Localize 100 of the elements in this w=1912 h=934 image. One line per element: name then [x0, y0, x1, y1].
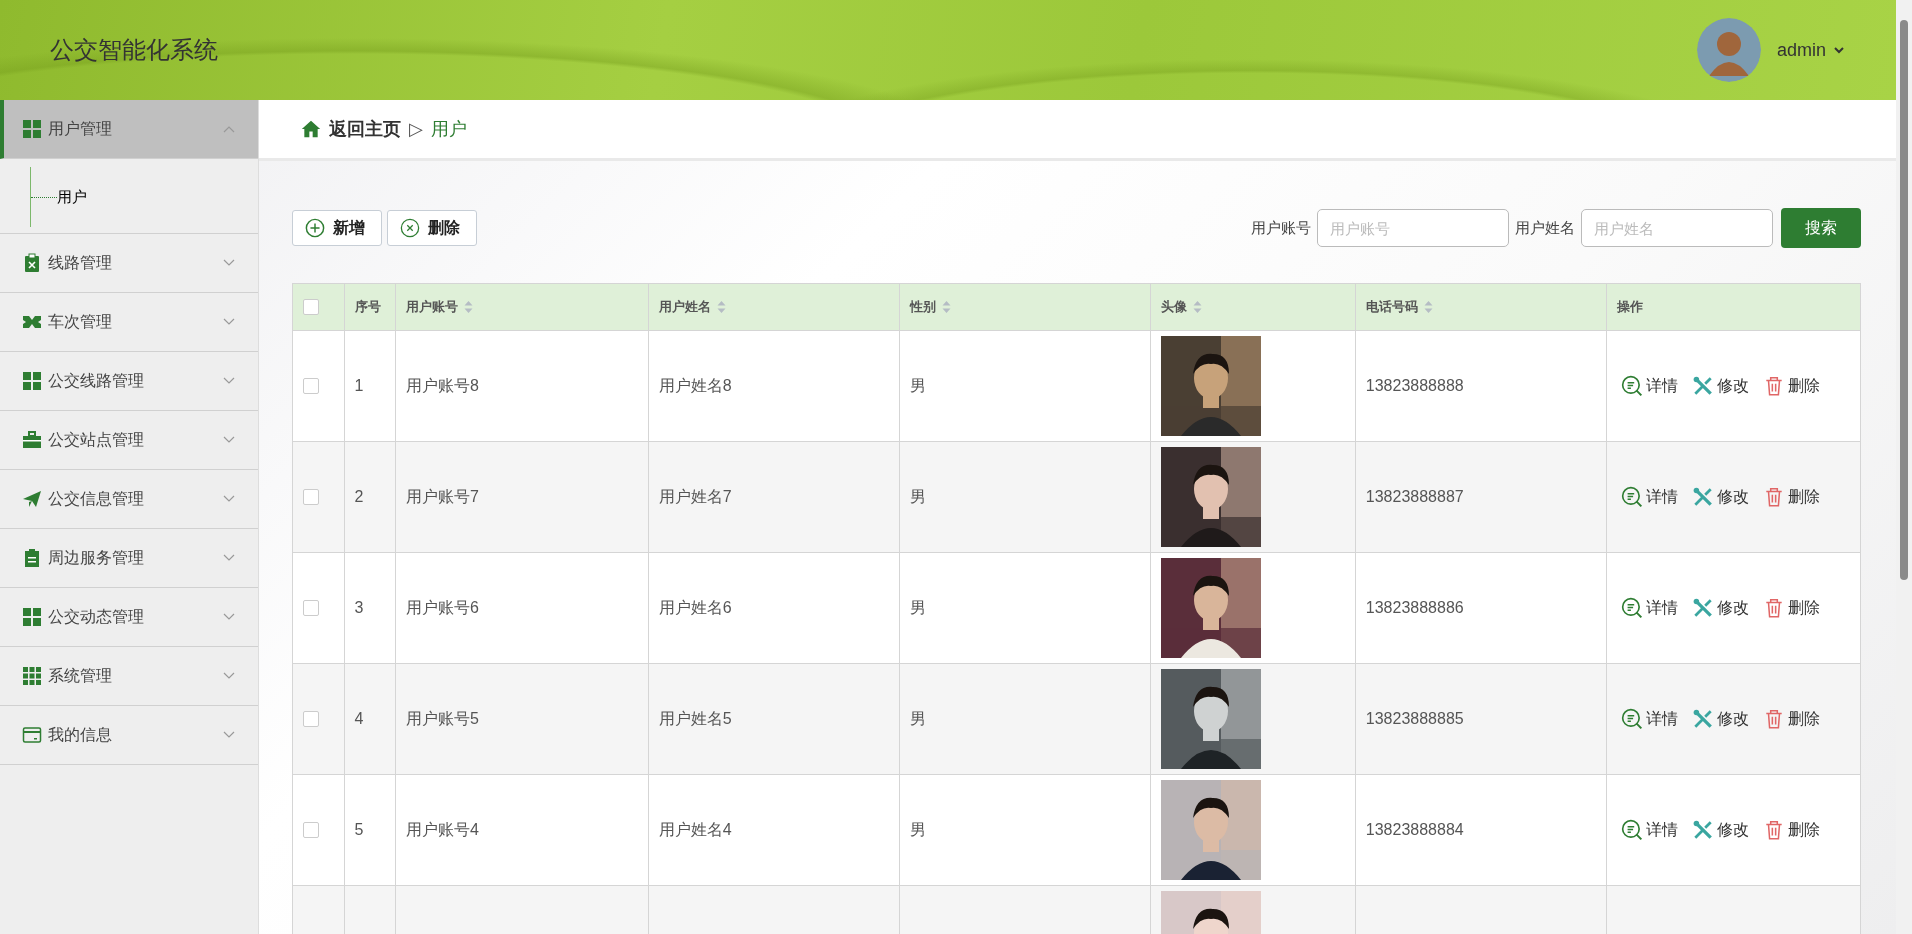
home-link[interactable]: 返回主页 [301, 117, 401, 141]
clipboard-icon [22, 548, 42, 568]
checkbox[interactable] [303, 600, 319, 616]
sort-icon [942, 300, 952, 314]
briefcase-icon [22, 430, 42, 450]
user-menu[interactable]: admin [1776, 39, 1846, 61]
sidebar-item[interactable]: 系统管理 [0, 647, 258, 706]
grid-icon [22, 666, 42, 686]
table-cell: 用户姓名7 [658, 487, 732, 505]
detail-link[interactable]: 详情 [1621, 375, 1679, 397]
sidebar-item[interactable]: 线路管理 [0, 234, 258, 293]
table-cell: 5 [354, 821, 364, 838]
breadcrumb-current: 用户 [430, 118, 467, 141]
delete-button[interactable]: 删除 [387, 210, 477, 246]
table-cell: 男 [910, 487, 927, 505]
app-title: 公交智能化系统 [50, 35, 218, 65]
sort-icon [464, 300, 474, 314]
user-avatar[interactable] [1696, 18, 1761, 82]
checkbox[interactable] [303, 489, 319, 505]
detail-link[interactable]: 详情 [1621, 708, 1679, 730]
delete-link[interactable]: 删除 [1763, 597, 1821, 619]
breadcrumb-separator: ▷ [409, 118, 423, 140]
clipboard-icon [22, 253, 42, 273]
sort-icon [1192, 300, 1202, 314]
table-cell: 1 [354, 377, 364, 394]
table-cell: 13823888884 [1365, 821, 1464, 838]
table-cell: 4 [354, 710, 364, 727]
sidebar-item[interactable]: 公交线路管理 [0, 352, 258, 411]
search-button[interactable]: 搜索 [1781, 208, 1861, 248]
magnifier-icon [1621, 708, 1644, 730]
table-cell: 13823888885 [1365, 710, 1464, 727]
sidebar-item[interactable]: 我的信息 [0, 706, 258, 765]
table-cell: 用户姓名8 [658, 376, 732, 394]
chevron-down-icon [222, 730, 236, 740]
close-circle-icon [400, 218, 420, 238]
edit-link[interactable]: 修改 [1692, 708, 1750, 730]
table-cell: 3 [354, 599, 364, 616]
sidebar-item[interactable]: 周边服务管理 [0, 529, 258, 588]
column-header[interactable]: 用户账号 [406, 298, 474, 316]
sidebar-item[interactable]: 公交信息管理 [0, 470, 258, 529]
checkbox[interactable] [303, 822, 319, 838]
magnifier-icon [1621, 486, 1644, 508]
chevron-down-icon [222, 317, 236, 327]
add-button[interactable]: 新增 [292, 210, 382, 246]
home-icon [301, 119, 321, 139]
sidebar-item[interactable]: 用户管理 [0, 100, 258, 159]
search-field[interactable]: 用户姓名 [1581, 209, 1773, 247]
table-cell: 用户账号8 [406, 376, 479, 394]
table-cell: 用户账号5 [406, 709, 479, 727]
table-cell: 用户姓名4 [658, 820, 732, 838]
table-cell: 用户姓名6 [658, 598, 732, 616]
checkbox[interactable] [303, 378, 319, 394]
table-cell: 男 [910, 820, 927, 838]
column-header[interactable]: 性别 [910, 298, 952, 316]
field-label: 用户账号 [1251, 218, 1311, 238]
table-cell: 13823888888 [1365, 377, 1464, 394]
delete-link[interactable]: 删除 [1763, 375, 1821, 397]
column-header: 序号 [354, 298, 381, 316]
delete-link[interactable]: 删除 [1763, 486, 1821, 508]
sidebar-subitem[interactable]: 用户 [30, 167, 258, 227]
table-cell: 用户账号6 [406, 598, 479, 616]
chevron-up-icon [222, 124, 236, 134]
paper-plane-icon [22, 489, 42, 509]
checkbox[interactable] [303, 299, 319, 315]
edit-link[interactable]: 修改 [1692, 375, 1750, 397]
edit-link[interactable]: 修改 [1692, 597, 1750, 619]
table-cell: 2 [354, 488, 364, 505]
checkbox[interactable] [303, 711, 319, 727]
detail-link[interactable]: 详情 [1621, 597, 1679, 619]
table-cell: 用户账号4 [406, 820, 479, 838]
chevron-down-icon [222, 376, 236, 386]
sidebar-item[interactable]: 公交动态管理 [0, 588, 258, 647]
table-cell: 用户账号7 [406, 487, 479, 505]
detail-link[interactable]: 详情 [1621, 486, 1679, 508]
table-cell: 13823888887 [1365, 488, 1464, 505]
magnifier-icon [1621, 819, 1644, 841]
scroll-thumb[interactable] [1900, 20, 1908, 580]
sort-icon [716, 300, 726, 314]
chevron-down-icon [222, 553, 236, 563]
column-header[interactable]: 头像 [1160, 298, 1202, 316]
chevron-down-icon [222, 671, 236, 681]
column-header[interactable]: 用户姓名 [658, 298, 726, 316]
plus-circle-icon [305, 218, 325, 238]
delete-link[interactable]: 删除 [1763, 819, 1821, 841]
sidebar-item[interactable]: 车次管理 [0, 293, 258, 352]
caret-icon [1832, 45, 1846, 55]
detail-link[interactable]: 详情 [1621, 819, 1679, 841]
delete-link[interactable]: 删除 [1763, 708, 1821, 730]
field-label: 用户姓名 [1515, 218, 1575, 238]
edit-link[interactable]: 修改 [1692, 819, 1750, 841]
edit-link[interactable]: 修改 [1692, 486, 1750, 508]
column-header[interactable]: 电话号码 [1365, 298, 1433, 316]
sort-icon [1423, 300, 1433, 314]
sidebar-item[interactable]: 公交站点管理 [0, 411, 258, 470]
table-cell: 用户姓名5 [658, 709, 732, 727]
search-field[interactable]: 用户账号 [1317, 209, 1509, 247]
scrollbar[interactable] [1896, 0, 1912, 934]
chevron-down-icon [222, 494, 236, 504]
column-header: 操作 [1617, 298, 1644, 316]
grid-icon [22, 371, 42, 391]
